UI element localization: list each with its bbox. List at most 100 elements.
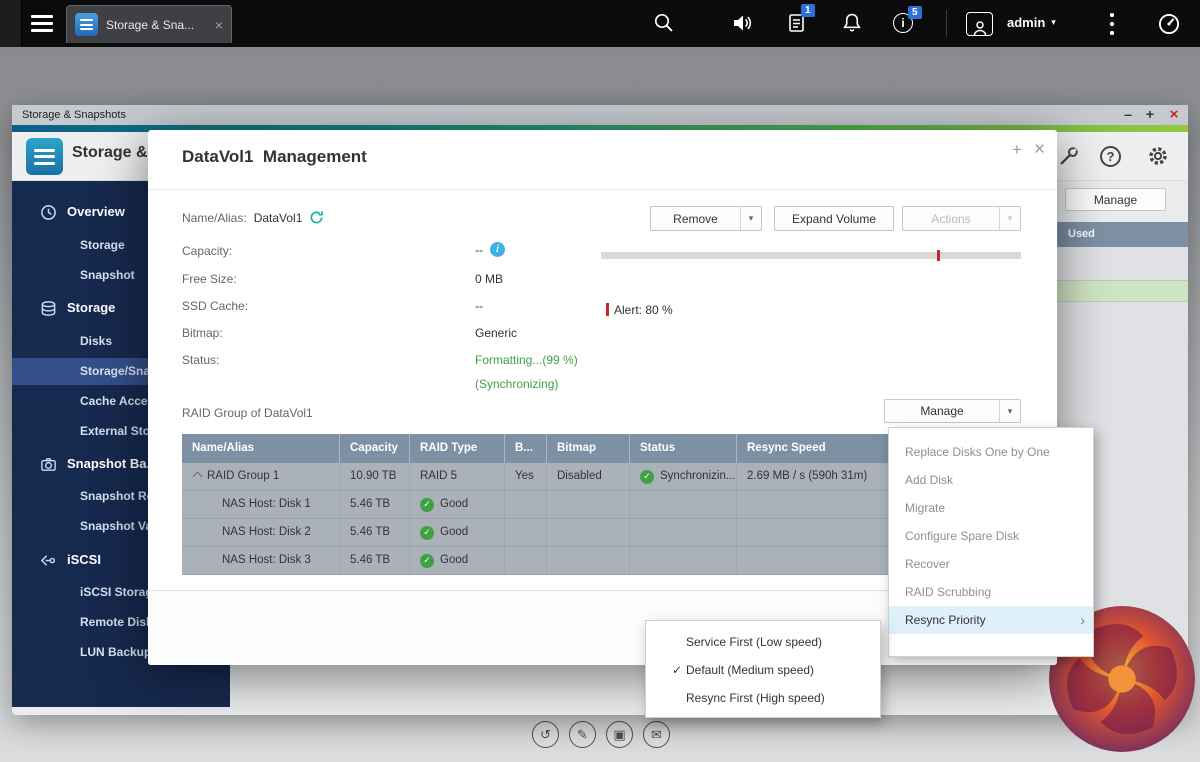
dialog-detach-icon[interactable]: + xyxy=(1012,141,1022,158)
dialog-divider xyxy=(148,189,1057,190)
info-badge: 5 xyxy=(908,6,922,19)
menu-item-add-disk[interactable]: Add Disk xyxy=(889,466,1093,494)
check-icon: ✓ xyxy=(672,656,682,684)
user-icon[interactable] xyxy=(966,12,992,38)
actions-button[interactable]: Actions ▾ xyxy=(902,206,1021,231)
free-size-value: 0 MB xyxy=(475,272,503,286)
remove-button[interactable]: Remove ▾ xyxy=(650,206,762,231)
status-value: Formatting...(99 %) xyxy=(475,353,578,367)
status-value-2: (Synchronizing) xyxy=(475,377,558,391)
dashboard-gauge-icon[interactable] xyxy=(1156,11,1182,37)
expand-volume-button[interactable]: Expand Volume xyxy=(774,206,894,231)
dialog-title: DataVol1 Management xyxy=(182,147,367,167)
chevron-right-icon: › xyxy=(1080,606,1085,634)
free-size-label: Free Size: xyxy=(182,272,237,286)
ssd-cache-value: -- xyxy=(475,299,483,313)
capacity-value-row: -- i xyxy=(475,242,505,257)
col-raid-type[interactable]: RAID Type xyxy=(410,434,505,463)
ssd-cache-label: SSD Cache: xyxy=(182,299,248,313)
main-menu-button[interactable] xyxy=(31,15,53,32)
tasks-badge: 1 xyxy=(801,4,815,17)
desktop: Storage & Sna... × 1 i 5 admin ▾ xyxy=(0,0,1200,762)
capacity-label: Capacity: xyxy=(182,244,232,258)
capacity-progress-bar xyxy=(601,252,1021,259)
col-capacity[interactable]: Capacity xyxy=(340,434,410,463)
more-options-icon[interactable] xyxy=(1108,13,1116,35)
iscsi-link-icon xyxy=(40,551,57,568)
collapse-chevron-icon[interactable] xyxy=(193,472,203,482)
bitmap-label: Bitmap: xyxy=(182,326,223,340)
overview-icon xyxy=(40,203,57,220)
desktop-dock: ↺ ✎ ▣ ✉ xyxy=(532,721,670,748)
health-ok-icon: ✓ xyxy=(420,526,434,540)
notification-bell-icon[interactable] xyxy=(840,11,866,37)
menu-item-replace-disks[interactable]: Replace Disks One by One xyxy=(889,438,1093,466)
dialog-close-icon[interactable]: × xyxy=(1034,140,1045,159)
window-title: Storage & Snapshots xyxy=(12,109,126,121)
app-tab-label: Storage & Sna... xyxy=(106,18,207,32)
topbar: Storage & Sna... × 1 i 5 admin ▾ xyxy=(0,0,1200,47)
menu-item-configure-spare-disk[interactable]: Configure Spare Disk xyxy=(889,522,1093,550)
chevron-down-icon: ▾ xyxy=(1051,17,1056,28)
topbar-divider xyxy=(946,10,947,37)
help-icon[interactable]: ? xyxy=(1100,146,1121,167)
col-bitmap[interactable]: Bitmap xyxy=(547,434,630,463)
background-tasks-icon[interactable]: 1 xyxy=(786,11,812,37)
col-status[interactable]: Status xyxy=(630,434,737,463)
col-name-alias[interactable]: Name/Alias xyxy=(182,434,340,463)
status-label: Status: xyxy=(182,353,219,367)
tab-close-icon[interactable]: × xyxy=(215,18,223,32)
close-button[interactable]: × xyxy=(1164,105,1184,125)
undo-icon[interactable]: ↺ xyxy=(532,721,559,748)
list-row-highlighted[interactable] xyxy=(1057,280,1188,302)
health-ok-icon: ✓ xyxy=(420,498,434,512)
maximize-button[interactable]: + xyxy=(1140,105,1160,125)
app-title: Storage & xyxy=(72,144,148,162)
alert-label: Alert: 80 % xyxy=(614,303,673,317)
edit-icon[interactable]: ✎ xyxy=(569,721,596,748)
menu-item-recover[interactable]: Recover xyxy=(889,550,1093,578)
raid-manage-button[interactable]: Manage ▾ xyxy=(884,399,1021,423)
chevron-down-icon[interactable]: ▾ xyxy=(740,207,761,230)
window-titlebar[interactable]: Storage & Snapshots xyxy=(12,105,1188,125)
menu-item-raid-scrubbing[interactable]: RAID Scrubbing xyxy=(889,578,1093,606)
resync-priority-submenu: Service First (Low speed) ✓ Default (Med… xyxy=(645,620,881,718)
notes-icon[interactable]: ✉ xyxy=(643,721,670,748)
refresh-icon[interactable] xyxy=(309,210,324,225)
storage-app-icon xyxy=(75,13,98,36)
submenu-item-default[interactable]: ✓ Default (Medium speed) xyxy=(646,656,880,684)
minimize-button[interactable]: – xyxy=(1118,105,1138,125)
submenu-item-resync-first[interactable]: Resync First (High speed) xyxy=(646,684,880,712)
menu-item-migrate[interactable]: Migrate xyxy=(889,494,1093,522)
storage-app-icon-large xyxy=(26,138,63,175)
admin-dropdown[interactable]: admin ▾ xyxy=(1007,15,1056,30)
chevron-down-icon[interactable]: ▾ xyxy=(999,400,1020,422)
menu-item-resync-priority[interactable]: Resync Priority › xyxy=(889,606,1093,634)
topbar-edge xyxy=(0,0,22,47)
bitmap-value: Generic xyxy=(475,326,517,340)
used-column-header[interactable]: Used xyxy=(1057,222,1188,247)
list-manage-button[interactable]: Manage xyxy=(1065,188,1166,211)
submenu-item-service-first[interactable]: Service First (Low speed) xyxy=(646,628,880,656)
alert-marker-legend xyxy=(606,303,609,316)
tools-icon[interactable] xyxy=(1058,145,1080,172)
app-tab[interactable]: Storage & Sna... × xyxy=(66,5,232,43)
gear-icon[interactable] xyxy=(1146,144,1170,173)
raid-group-label: RAID Group of DataVol1 xyxy=(182,406,313,420)
windows-icon[interactable]: ▣ xyxy=(606,721,633,748)
status-ok-icon: ✓ xyxy=(640,470,654,484)
search-icon[interactable] xyxy=(652,11,678,37)
capacity-info-icon[interactable]: i xyxy=(490,242,505,257)
volume-icon[interactable] xyxy=(730,11,756,37)
alert-threshold-marker xyxy=(937,250,940,261)
name-label: Name/Alias: xyxy=(182,211,247,225)
snapshot-camera-icon xyxy=(40,455,57,472)
manage-dropdown-menu: Replace Disks One by One Add Disk Migrat… xyxy=(888,427,1094,657)
name-alias-row: Name/Alias: DataVol1 xyxy=(182,210,324,225)
health-ok-icon: ✓ xyxy=(420,554,434,568)
storage-icon xyxy=(40,299,57,316)
admin-label: admin xyxy=(1007,15,1045,30)
name-value: DataVol1 xyxy=(254,211,303,225)
col-b[interactable]: B... xyxy=(505,434,547,463)
info-icon[interactable]: i 5 xyxy=(893,13,919,39)
